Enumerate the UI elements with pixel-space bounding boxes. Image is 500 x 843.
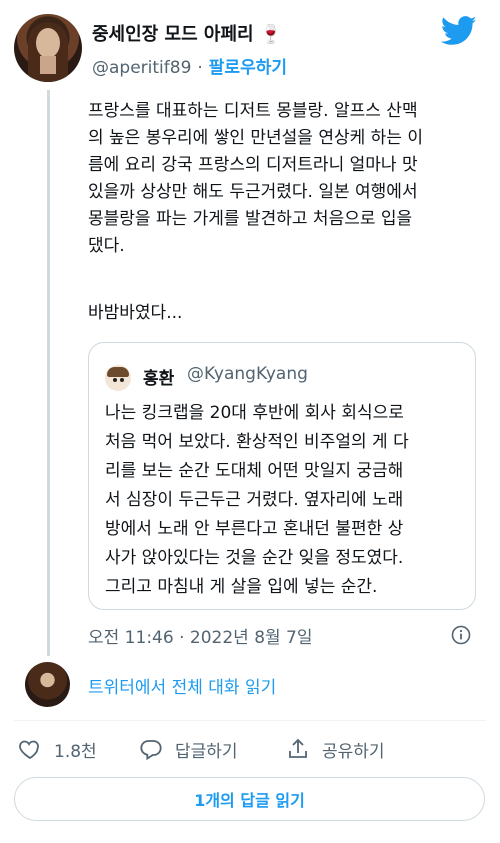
quoted-author-avatar	[105, 365, 131, 391]
tweet-timestamp[interactable]: 오전 11:46 · 2022년 8월 7일	[88, 623, 313, 648]
quoted-avatar-eye	[113, 378, 117, 382]
read-conversation-link[interactable]: 트위터에서 전체 대화 읽기	[88, 673, 276, 698]
author-name[interactable]: 중세인장 모드 아페리 🍷	[92, 20, 282, 46]
quoted-avatar-hair	[107, 367, 129, 377]
read-replies-button[interactable]: 1개의 답글 읽기	[14, 777, 485, 821]
quoted-avatar-eye	[120, 378, 124, 382]
follow-button[interactable]: 팔로우하기	[209, 58, 287, 78]
author-handle-row: @aperitif89 · 팔로우하기	[92, 53, 287, 78]
heart-icon	[19, 740, 39, 760]
tweet-embed-card: 중세인장 모드 아페리 🍷 @aperitif89 · 팔로우하기 프랑스를 대표하…	[0, 0, 500, 843]
avatar-neck	[40, 56, 56, 74]
info-icon[interactable]	[451, 625, 471, 645]
author-avatar[interactable]	[14, 14, 82, 82]
conversation-avatar	[25, 662, 70, 707]
twitter-bird-icon[interactable]	[441, 16, 477, 46]
like-button[interactable]: 1.8천	[18, 735, 97, 763]
reply-bubble-icon	[140, 740, 162, 761]
actions-divider	[14, 720, 486, 721]
quoted-tweet[interactable]: 홍환 @KyangKyang 나는 킹크랩을 20대 후반에 회사 회식으로 처…	[88, 342, 476, 610]
share-button[interactable]: 공유하기	[286, 735, 385, 763]
tweet-text-punchline: 바밤바였다...	[88, 303, 183, 323]
share-label: 공유하기	[322, 741, 385, 762]
author-handle[interactable]: @aperitif89	[92, 58, 191, 78]
tweet-text: 프랑스를 대표하는 디저트 몽블랑. 알프스 산맥 의 높은 봉우리에 쌓인 만…	[88, 101, 423, 256]
thread-line	[47, 90, 50, 656]
quoted-author-handle: @KyangKyang	[187, 364, 308, 384]
share-icon	[289, 738, 307, 758]
quoted-author-name: 홍환	[143, 369, 175, 389]
quoted-tweet-text: 나는 킹크랩을 20대 후반에 회사 회식으로 처음 먹어 보았다. 환상적인 …	[105, 403, 409, 597]
separator-dot: ·	[197, 58, 203, 78]
reply-button[interactable]: 답글하기	[139, 735, 238, 763]
reply-label: 답글하기	[175, 741, 238, 762]
like-count: 1.8천	[54, 741, 97, 762]
